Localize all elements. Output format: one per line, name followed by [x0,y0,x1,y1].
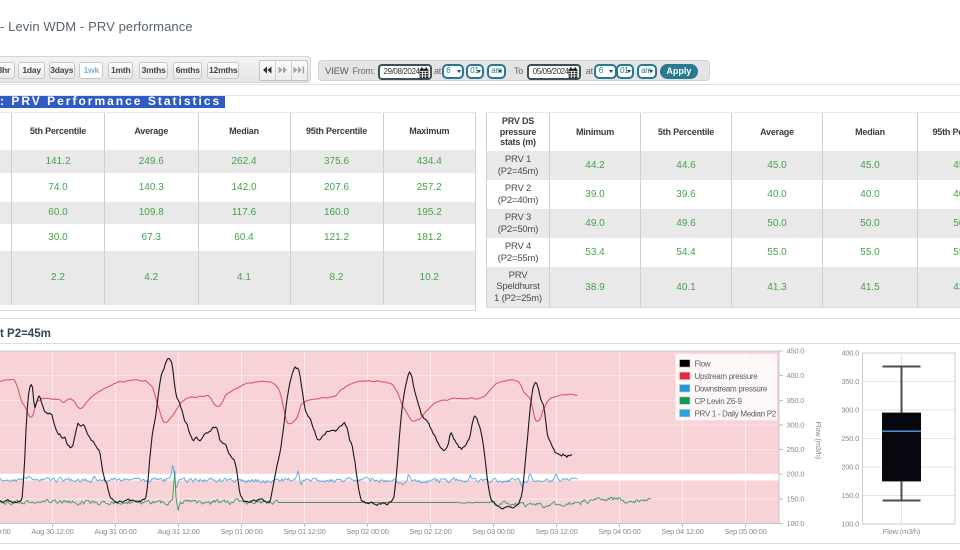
svg-text:Upstream pressure: Upstream pressure [695,372,759,381]
svg-text:100.0: 100.0 [841,520,859,529]
svg-text:400.0: 400.0 [787,371,805,380]
svg-text:Flow (m3/h): Flow (m3/h) [814,422,823,460]
svg-text:150.0: 150.0 [787,494,805,503]
svg-text:250.0: 250.0 [841,434,859,443]
svg-text:Aug 31 00:00: Aug 31 00:00 [94,527,136,536]
svg-text:Sep 04 12:00: Sep 04 12:00 [661,527,703,536]
svg-text:Downstream pressure: Downstream pressure [695,385,768,394]
svg-text:Sep 02 00:00: Sep 02 00:00 [346,527,388,536]
svg-text:150.0: 150.0 [841,491,859,500]
svg-text:Sep 01 12:00: Sep 01 12:00 [283,527,325,536]
svg-text:Sep 04 00:00: Sep 04 00:00 [598,527,640,536]
svg-text:PRV 1 - Daily Median P2: PRV 1 - Daily Median P2 [695,409,777,418]
svg-text:Aug 30 12:00: Aug 30 12:00 [31,527,73,536]
svg-text:Sep 03 12:00: Sep 03 12:00 [535,527,577,536]
svg-text:200.0: 200.0 [841,463,859,472]
svg-text:CP Levin Z6-9: CP Levin Z6-9 [695,397,743,406]
svg-text:Sep 03 00:00: Sep 03 00:00 [472,527,514,536]
svg-text:250.0: 250.0 [787,445,805,454]
svg-text:Flow: Flow [695,360,711,369]
svg-text:Sep 05 00:00: Sep 05 00:00 [724,527,766,536]
svg-text:Aug 31 12:00: Aug 31 12:00 [157,527,199,536]
svg-text:Sep 01 00:00: Sep 01 00:00 [220,527,262,536]
svg-text:200.0: 200.0 [787,470,805,479]
svg-text:300.0: 300.0 [787,421,805,430]
svg-text:450.0: 450.0 [787,347,805,356]
svg-text:100.0: 100.0 [787,519,805,528]
svg-text:Sep 02 12:00: Sep 02 12:00 [409,527,451,536]
svg-text:Aug 30 00:00: Aug 30 00:00 [0,527,11,536]
svg-text:350.0: 350.0 [841,377,859,386]
svg-text:350.0: 350.0 [787,396,805,405]
svg-text:400.0: 400.0 [841,348,859,357]
svg-text:Flow (m3/h): Flow (m3/h) [883,527,921,536]
svg-text:300.0: 300.0 [841,406,859,415]
